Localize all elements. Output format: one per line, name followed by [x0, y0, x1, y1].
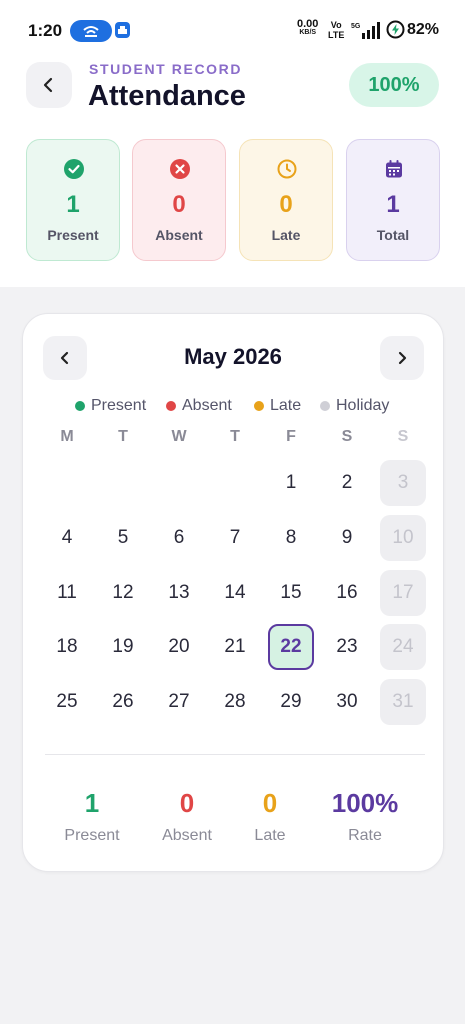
- calendar-day[interactable]: 10: [380, 515, 426, 561]
- summary-present: 1 Present: [42, 788, 142, 845]
- calendar-day[interactable]: 11: [44, 570, 90, 616]
- legend-dot: [166, 401, 176, 411]
- stat-label-late: Late: [271, 227, 301, 243]
- legend-dot: [254, 401, 264, 411]
- battery-icon: [386, 20, 405, 44]
- stat-value-total: 1: [386, 191, 400, 218]
- calendar-day[interactable]: 28: [212, 679, 258, 725]
- page-title: Attendance: [88, 80, 246, 112]
- legend-dot: [75, 401, 85, 411]
- header-section: 1:20 0.00 KB/S Vo LTE 5G 82% STUDENT RECOR…: [0, 0, 465, 287]
- summary-label: Present: [64, 827, 120, 844]
- stat-card-late: 0 Late: [239, 139, 333, 261]
- legend-label: Present: [91, 397, 147, 414]
- weekday-header: S: [341, 428, 353, 445]
- summary-value: 1: [84, 788, 100, 818]
- weekday-header: M: [60, 428, 74, 445]
- stat-card-present: 1 Present: [26, 139, 120, 261]
- legend-label: Holiday: [336, 397, 390, 414]
- stat-value-late: 0: [279, 191, 293, 218]
- status-time: 1:20: [28, 21, 63, 40]
- stat-value-present: 1: [66, 191, 80, 218]
- calendar-day-today[interactable]: 22: [268, 624, 314, 670]
- summary-late: 0 Late: [220, 788, 320, 845]
- stat-value-absent: 0: [172, 191, 186, 218]
- legend-absent: Absent: [166, 397, 232, 415]
- stat-card-absent: 0 Absent: [132, 139, 226, 261]
- calendar-day[interactable]: 20: [156, 624, 202, 670]
- summary-label: Rate: [348, 827, 382, 844]
- volte-indicator: Vo LTE: [328, 20, 344, 40]
- chevron-right-icon: [398, 351, 407, 365]
- stat-card-total: 1 Total: [346, 139, 440, 261]
- calendar-card: May 2026 Present Absent Late Holiday MTW…: [22, 313, 444, 872]
- calendar-day[interactable]: 5: [100, 515, 146, 561]
- legend-holiday: Holiday: [320, 397, 389, 415]
- calendar-day[interactable]: 3: [380, 460, 426, 506]
- calendar-day[interactable]: 27: [156, 679, 202, 725]
- legend-dot: [320, 401, 330, 411]
- calendar-day[interactable]: 25: [44, 679, 90, 725]
- calendar-day[interactable]: 7: [212, 515, 258, 561]
- stat-label-present: Present: [47, 227, 99, 243]
- calendar-day[interactable]: 2: [324, 460, 370, 506]
- divider: [45, 754, 425, 755]
- legend-label: Absent: [182, 397, 232, 414]
- calendar-day[interactable]: 21: [212, 624, 258, 670]
- calendar-day[interactable]: 23: [324, 624, 370, 670]
- calendar-day[interactable]: 1: [268, 460, 314, 506]
- legend-present: Present: [75, 397, 146, 415]
- calendar-day[interactable]: 9: [324, 515, 370, 561]
- calendar-icon: [386, 160, 402, 178]
- volte-top: Vo: [330, 20, 342, 30]
- calendar-day[interactable]: 16: [324, 570, 370, 616]
- summary-label: Late: [254, 827, 286, 844]
- calendar-day[interactable]: 19: [100, 624, 146, 670]
- weekday-header: W: [171, 428, 187, 445]
- legend-late: Late: [254, 397, 301, 415]
- status-bar: 1:20 0.00 KB/S Vo LTE 5G 82%: [0, 0, 465, 60]
- weekday-header: S: [397, 428, 409, 445]
- summary-rate: 100% Rate: [315, 788, 415, 845]
- clock-icon: [277, 159, 297, 179]
- legend-label: Late: [270, 397, 302, 414]
- attendance-rate-badge: 100%: [349, 63, 439, 107]
- calendar-day[interactable]: 8: [268, 515, 314, 561]
- x-circle-icon: [170, 159, 190, 179]
- network-speed: 0.00 KB/S: [297, 19, 318, 37]
- network-type: 5G: [351, 23, 361, 30]
- chevron-left-icon: [43, 77, 53, 93]
- stat-label-absent: Absent: [155, 227, 203, 243]
- check-circle-icon: [64, 159, 84, 179]
- battery-percent: 82%: [407, 21, 440, 38]
- signal-icon: 5G: [351, 21, 381, 44]
- calendar-day[interactable]: 12: [100, 570, 146, 616]
- weekday-header: F: [286, 428, 296, 445]
- page-eyebrow: STUDENT RECORD: [89, 61, 243, 77]
- calendar-day[interactable]: 4: [44, 515, 90, 561]
- back-button[interactable]: [26, 62, 72, 108]
- calendar-day[interactable]: 6: [156, 515, 202, 561]
- next-month-button[interactable]: [380, 336, 424, 380]
- calendar-day[interactable]: 14: [212, 570, 258, 616]
- weekday-header: T: [118, 428, 128, 445]
- calendar-day[interactable]: 24: [380, 624, 426, 670]
- calendar-day[interactable]: 29: [268, 679, 314, 725]
- calendar-day[interactable]: 13: [156, 570, 202, 616]
- notification-icon: [115, 22, 130, 38]
- calendar-day[interactable]: 17: [380, 570, 426, 616]
- calendar-day[interactable]: 18: [44, 624, 90, 670]
- hotspot-icon: [70, 20, 112, 42]
- calendar-day[interactable]: 26: [100, 679, 146, 725]
- calendar-day[interactable]: 31: [380, 679, 426, 725]
- summary-value: 100%: [331, 788, 399, 818]
- calendar-day[interactable]: 15: [268, 570, 314, 616]
- weekday-header: T: [230, 428, 240, 445]
- stat-label-total: Total: [376, 227, 410, 243]
- volte-bottom: LTE: [328, 30, 345, 40]
- summary-value: 0: [262, 788, 278, 818]
- calendar-day[interactable]: 30: [324, 679, 370, 725]
- speed-unit: KB/S: [299, 29, 317, 36]
